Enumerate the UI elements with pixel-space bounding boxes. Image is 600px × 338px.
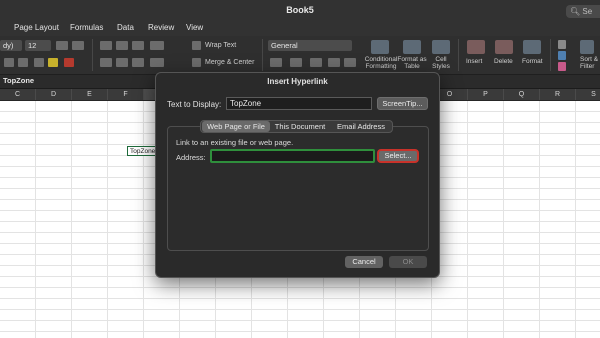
tab-email-address[interactable]: Email Address — [330, 121, 392, 132]
italic-icon[interactable] — [4, 58, 14, 67]
column-header-s[interactable]: S — [576, 89, 600, 100]
fill-color-icon[interactable] — [48, 58, 58, 67]
comma-style-icon[interactable] — [310, 58, 322, 67]
ribbon-tabs: Page Layout Formulas Data Review View — [0, 22, 600, 36]
column-header-e[interactable]: E — [72, 89, 108, 100]
conditional-formatting-button[interactable]: Conditional Formatting — [362, 56, 400, 70]
format-cells-icon[interactable] — [523, 40, 541, 54]
search-placeholder: Se — [582, 7, 593, 16]
tab-review[interactable]: Review — [148, 23, 174, 32]
name-box[interactable]: TopZone — [3, 76, 34, 85]
text-to-display-label: Text to Display: — [167, 100, 222, 109]
insert-hyperlink-dialog: Insert Hyperlink Text to Display: Screen… — [155, 72, 440, 278]
borders-icon[interactable] — [34, 58, 44, 67]
orientation-icon[interactable] — [150, 41, 164, 50]
clear-icon[interactable] — [558, 62, 566, 71]
screentip-button[interactable]: ScreenTip... — [377, 97, 428, 110]
wrap-text-button[interactable]: Wrap Text — [205, 42, 236, 49]
column-header-f[interactable]: F — [108, 89, 144, 100]
tab-page-layout[interactable]: Page Layout — [14, 23, 59, 32]
column-header-d[interactable]: D — [36, 89, 72, 100]
tab-web-page-or-file[interactable]: Web Page or File — [202, 121, 270, 132]
align-center-icon[interactable] — [116, 58, 128, 67]
delete-cells-icon[interactable] — [495, 40, 513, 54]
tab-formulas[interactable]: Formulas — [70, 23, 103, 32]
font-name-select[interactable]: dy) — [0, 40, 22, 51]
address-label: Address: — [176, 153, 206, 162]
indent-icon[interactable] — [150, 58, 164, 67]
currency-icon[interactable] — [270, 58, 282, 67]
insert-button[interactable]: Insert — [466, 58, 482, 65]
align-top-icon[interactable] — [100, 41, 112, 50]
tab-this-document[interactable]: This Document — [272, 121, 328, 132]
align-right-icon[interactable] — [132, 58, 144, 67]
column-header-q[interactable]: Q — [504, 89, 540, 100]
format-button[interactable]: Format — [522, 58, 543, 65]
address-input[interactable] — [210, 149, 375, 163]
cancel-button[interactable]: Cancel — [345, 256, 383, 268]
ribbon-separator — [550, 39, 551, 71]
ribbon-separator — [92, 39, 93, 71]
search-icon: 🔍︎ — [570, 7, 581, 16]
align-bottom-icon[interactable] — [132, 41, 144, 50]
align-middle-icon[interactable] — [116, 41, 128, 50]
format-as-table-icon[interactable] — [403, 40, 421, 54]
merge-center-icon[interactable] — [192, 58, 201, 67]
increase-decimal-icon[interactable] — [328, 58, 340, 67]
ok-button[interactable]: OK — [389, 256, 427, 268]
insert-cells-icon[interactable] — [467, 40, 485, 54]
format-as-table-button[interactable]: Format as Table — [397, 56, 427, 70]
title-bar: Book5 🔍︎ Se — [0, 0, 600, 22]
search-input[interactable]: 🔍︎ Se — [566, 5, 600, 18]
autosum-icon[interactable] — [558, 40, 566, 49]
number-format-select[interactable]: General — [268, 40, 352, 51]
align-left-icon[interactable] — [100, 58, 112, 67]
tab-data[interactable]: Data — [117, 23, 134, 32]
dialog-title: Insert Hyperlink — [267, 77, 328, 86]
delete-button[interactable]: Delete — [494, 58, 513, 65]
select-button[interactable]: Select... — [377, 149, 419, 163]
ribbon-separator — [262, 39, 263, 71]
conditional-formatting-icon[interactable] — [371, 40, 389, 54]
percent-icon[interactable] — [290, 58, 302, 67]
font-color-icon[interactable] — [64, 58, 74, 67]
text-to-display-input[interactable] — [226, 97, 372, 110]
tab-view[interactable]: View — [186, 23, 203, 32]
sort-filter-button[interactable]: Sort & Filter — [580, 56, 600, 70]
merge-center-button[interactable]: Merge & Center — [205, 59, 254, 66]
cell-styles-icon[interactable] — [432, 40, 450, 54]
cell-styles-button[interactable]: Cell Styles — [429, 56, 453, 70]
ribbon: dy) 12 Wrap Text Merge & Center General … — [0, 36, 600, 75]
column-header-p[interactable]: P — [468, 89, 504, 100]
decrease-font-icon[interactable] — [72, 41, 84, 50]
decrease-decimal-icon[interactable] — [344, 58, 356, 67]
column-header-c[interactable]: C — [0, 89, 36, 100]
increase-font-icon[interactable] — [56, 41, 68, 50]
active-cell[interactable]: TopZone — [127, 146, 157, 156]
ribbon-separator — [458, 39, 459, 71]
document-title: Book5 — [286, 5, 314, 15]
sort-filter-icon[interactable] — [580, 40, 594, 54]
fill-icon[interactable] — [558, 51, 566, 60]
wrap-text-icon[interactable] — [192, 41, 201, 50]
column-header-r[interactable]: R — [540, 89, 576, 100]
font-size-select[interactable]: 12 — [25, 40, 51, 51]
underline-icon[interactable] — [18, 58, 28, 67]
link-type-tabs: Web Page or File This Document Email Add… — [200, 120, 393, 133]
link-description: Link to an existing file or web page. — [176, 138, 294, 147]
